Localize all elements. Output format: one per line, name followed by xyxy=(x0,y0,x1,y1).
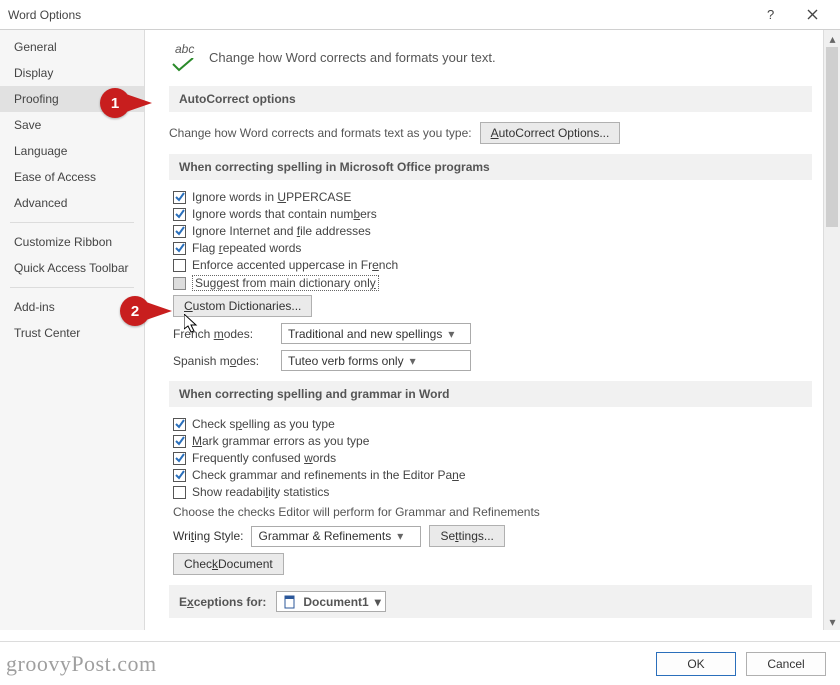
sidebar-item-ease-of-access[interactable]: Ease of Access xyxy=(0,164,144,190)
office-check-checkbox-1[interactable] xyxy=(173,208,186,221)
autocorrect-options-button[interactable]: AAutoCorrect Options...utoCorrect Option… xyxy=(480,122,621,144)
office-check-label-5: Suggest from main dictionary only xyxy=(192,275,379,291)
scroll-down-arrow-icon[interactable]: ▾ xyxy=(824,613,840,630)
page-title: Change how Word corrects and formats you… xyxy=(209,50,496,65)
section-spelling-word-heading: When correcting spelling and grammar in … xyxy=(169,381,812,407)
section-spelling-office-heading: When correcting spelling in Microsoft Of… xyxy=(169,154,812,180)
writing-style-dropdown[interactable]: Grammar & Refinements ▾ xyxy=(251,526,421,547)
office-check-label-4: Enforce accented uppercase in French xyxy=(192,258,398,272)
word-check-label-2: Frequently confused words xyxy=(192,451,336,465)
word-check-checkbox-4[interactable] xyxy=(173,486,186,499)
office-check-checkbox-5[interactable] xyxy=(173,277,186,290)
word-check-row-1: Mark grammar errors as you type xyxy=(173,434,812,448)
word-check-row-0: Check spelling as you type xyxy=(173,417,812,431)
office-check-row-2: Ignore Internet and file addresses xyxy=(173,224,812,238)
autocorrect-caption: Change how Word corrects and formats tex… xyxy=(169,126,472,140)
scrollbar[interactable]: ▴ ▾ xyxy=(823,30,840,630)
window-title: Word Options xyxy=(8,8,81,22)
page-header: abc Change how Word corrects and formats… xyxy=(169,42,812,72)
sidebar-item-language[interactable]: Language xyxy=(0,138,144,164)
dialog-footer: OK Cancel xyxy=(0,641,840,685)
word-check-checkbox-1[interactable] xyxy=(173,435,186,448)
office-check-checkbox-0[interactable] xyxy=(173,191,186,204)
sidebar: General Display Proofing Save Language E… xyxy=(0,30,145,630)
office-check-row-4: Enforce accented uppercase in French xyxy=(173,258,812,272)
sidebar-item-customize-ribbon[interactable]: Customize Ribbon xyxy=(0,229,144,255)
writing-style-settings-button[interactable]: Settings... xyxy=(429,525,504,547)
chevron-down-icon: ▾ xyxy=(397,529,403,543)
choose-checks-caption: Choose the checks Editor will perform fo… xyxy=(173,505,812,519)
spanish-modes-label: Spanish modes: xyxy=(173,354,273,368)
writing-style-label: Writing Style: xyxy=(173,529,243,543)
help-button[interactable]: ? xyxy=(752,0,792,30)
sidebar-item-quick-access-toolbar[interactable]: Quick Access Toolbar xyxy=(0,255,144,281)
chevron-down-icon: ▾ xyxy=(375,595,381,609)
office-check-row-3: Flag repeated words xyxy=(173,241,812,255)
french-modes-label: French modes: xyxy=(173,327,273,341)
office-check-checkbox-3[interactable] xyxy=(173,242,186,255)
word-check-row-2: Frequently confused words xyxy=(173,451,812,465)
check-document-button[interactable]: Check Document xyxy=(173,553,284,575)
word-check-row-3: Check grammar and refinements in the Edi… xyxy=(173,468,812,482)
titlebar: Word Options ? xyxy=(0,0,840,30)
word-check-checkbox-2[interactable] xyxy=(173,452,186,465)
office-check-row-5: Suggest from main dictionary only xyxy=(173,275,812,291)
office-check-label-3: Flag repeated words xyxy=(192,241,301,255)
exceptions-document-dropdown[interactable]: Document1 ▾ xyxy=(276,591,385,612)
custom-dictionaries-button[interactable]: Custom Dictionaries...Custom Dictionarie… xyxy=(173,295,312,317)
office-check-row-0: Ignore words in UPPERCASE xyxy=(173,190,812,204)
office-check-label-2: Ignore Internet and file addresses xyxy=(192,224,371,238)
office-check-checkbox-4[interactable] xyxy=(173,259,186,272)
chevron-down-icon: ▾ xyxy=(448,327,454,341)
scroll-thumb[interactable] xyxy=(826,47,838,227)
word-check-checkbox-0[interactable] xyxy=(173,418,186,431)
cancel-button[interactable]: Cancel xyxy=(746,652,826,676)
sidebar-item-proofing[interactable]: Proofing xyxy=(0,86,144,112)
sidebar-item-advanced[interactable]: Advanced xyxy=(0,190,144,216)
spanish-modes-dropdown[interactable]: Tuteo verb forms only ▾ xyxy=(281,350,471,371)
word-check-checkbox-3[interactable] xyxy=(173,469,186,482)
close-button[interactable] xyxy=(792,0,832,30)
sidebar-item-save[interactable]: Save xyxy=(0,112,144,138)
office-check-row-1: Ignore words that contain numbers xyxy=(173,207,812,221)
office-check-checkbox-2[interactable] xyxy=(173,225,186,238)
document-icon xyxy=(283,595,297,609)
word-check-label-4: Show readability statistics xyxy=(192,485,329,499)
svg-text:?: ? xyxy=(767,8,774,22)
french-modes-dropdown[interactable]: Traditional and new spellings ▾ xyxy=(281,323,471,344)
sidebar-item-general[interactable]: General xyxy=(0,34,144,60)
section-autocorrect-heading: AutoCorrect options xyxy=(169,86,812,112)
section-exceptions-heading: Exceptions for: Document1 ▾ xyxy=(169,585,812,618)
chevron-down-icon: ▾ xyxy=(410,354,416,368)
word-check-label-3: Check grammar and refinements in the Edi… xyxy=(192,468,466,482)
scroll-up-arrow-icon[interactable]: ▴ xyxy=(824,30,840,47)
word-check-label-0: Check spelling as you type xyxy=(192,417,335,431)
word-check-label-1: Mark grammar errors as you type xyxy=(192,434,369,448)
ok-button[interactable]: OK xyxy=(656,652,736,676)
office-check-label-1: Ignore words that contain numbers xyxy=(192,207,377,221)
office-check-label-0: Ignore words in UPPERCASE xyxy=(192,190,351,204)
word-check-row-4: Show readability statistics xyxy=(173,485,812,499)
sidebar-item-display[interactable]: Display xyxy=(0,60,144,86)
proofing-abc-icon: abc xyxy=(169,42,199,72)
sidebar-item-add-ins[interactable]: Add-ins xyxy=(0,294,144,320)
content-pane: abc Change how Word corrects and formats… xyxy=(145,30,840,630)
sidebar-item-trust-center[interactable]: Trust Center xyxy=(0,320,144,346)
